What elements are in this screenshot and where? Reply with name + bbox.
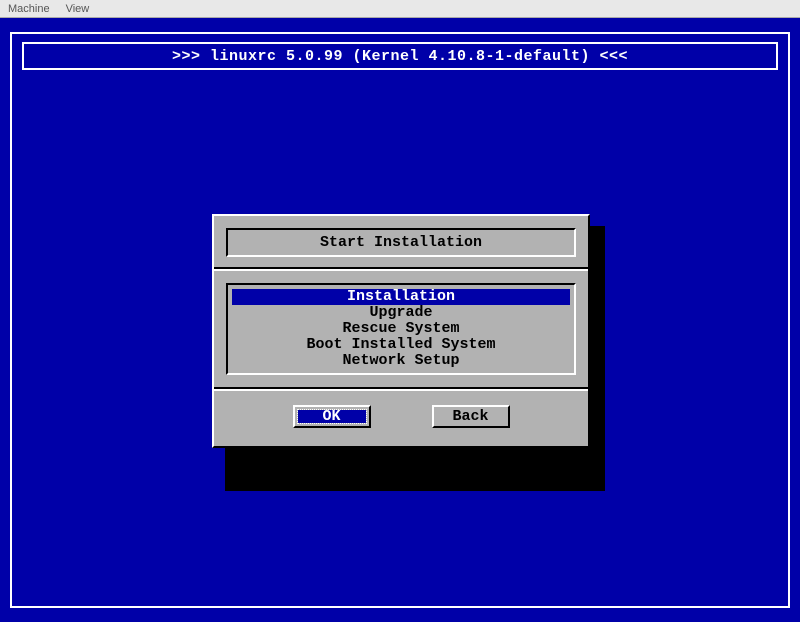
ok-button-label: OK [322,408,340,425]
ok-button[interactable]: OK [293,405,371,428]
installation-dialog: Start Installation InstallationUpgradeRe… [212,214,590,448]
back-button[interactable]: Back [432,405,510,428]
dialog-title: Start Installation [226,228,576,257]
menu-item-installation[interactable]: Installation [232,289,570,305]
menu-item-boot-installed-system[interactable]: Boot Installed System [232,337,570,353]
header-text: >>> linuxrc 5.0.99 (Kernel 4.10.8-1-defa… [172,48,628,65]
menu-list: InstallationUpgradeRescue SystemBoot Ins… [226,283,576,375]
button-row: OK Back [214,391,588,446]
menu-item-network-setup[interactable]: Network Setup [232,353,570,369]
menu-view[interactable]: View [66,3,90,15]
menu-item-rescue-system[interactable]: Rescue System [232,321,570,337]
header-banner: >>> linuxrc 5.0.99 (Kernel 4.10.8-1-defa… [22,42,778,70]
menubar: Machine View [0,0,800,18]
back-button-label: Back [452,408,488,425]
menu-machine[interactable]: Machine [8,3,50,15]
dialog-title-text: Start Installation [320,234,482,251]
menu-item-upgrade[interactable]: Upgrade [232,305,570,321]
terminal-screen: >>> linuxrc 5.0.99 (Kernel 4.10.8-1-defa… [0,18,800,622]
